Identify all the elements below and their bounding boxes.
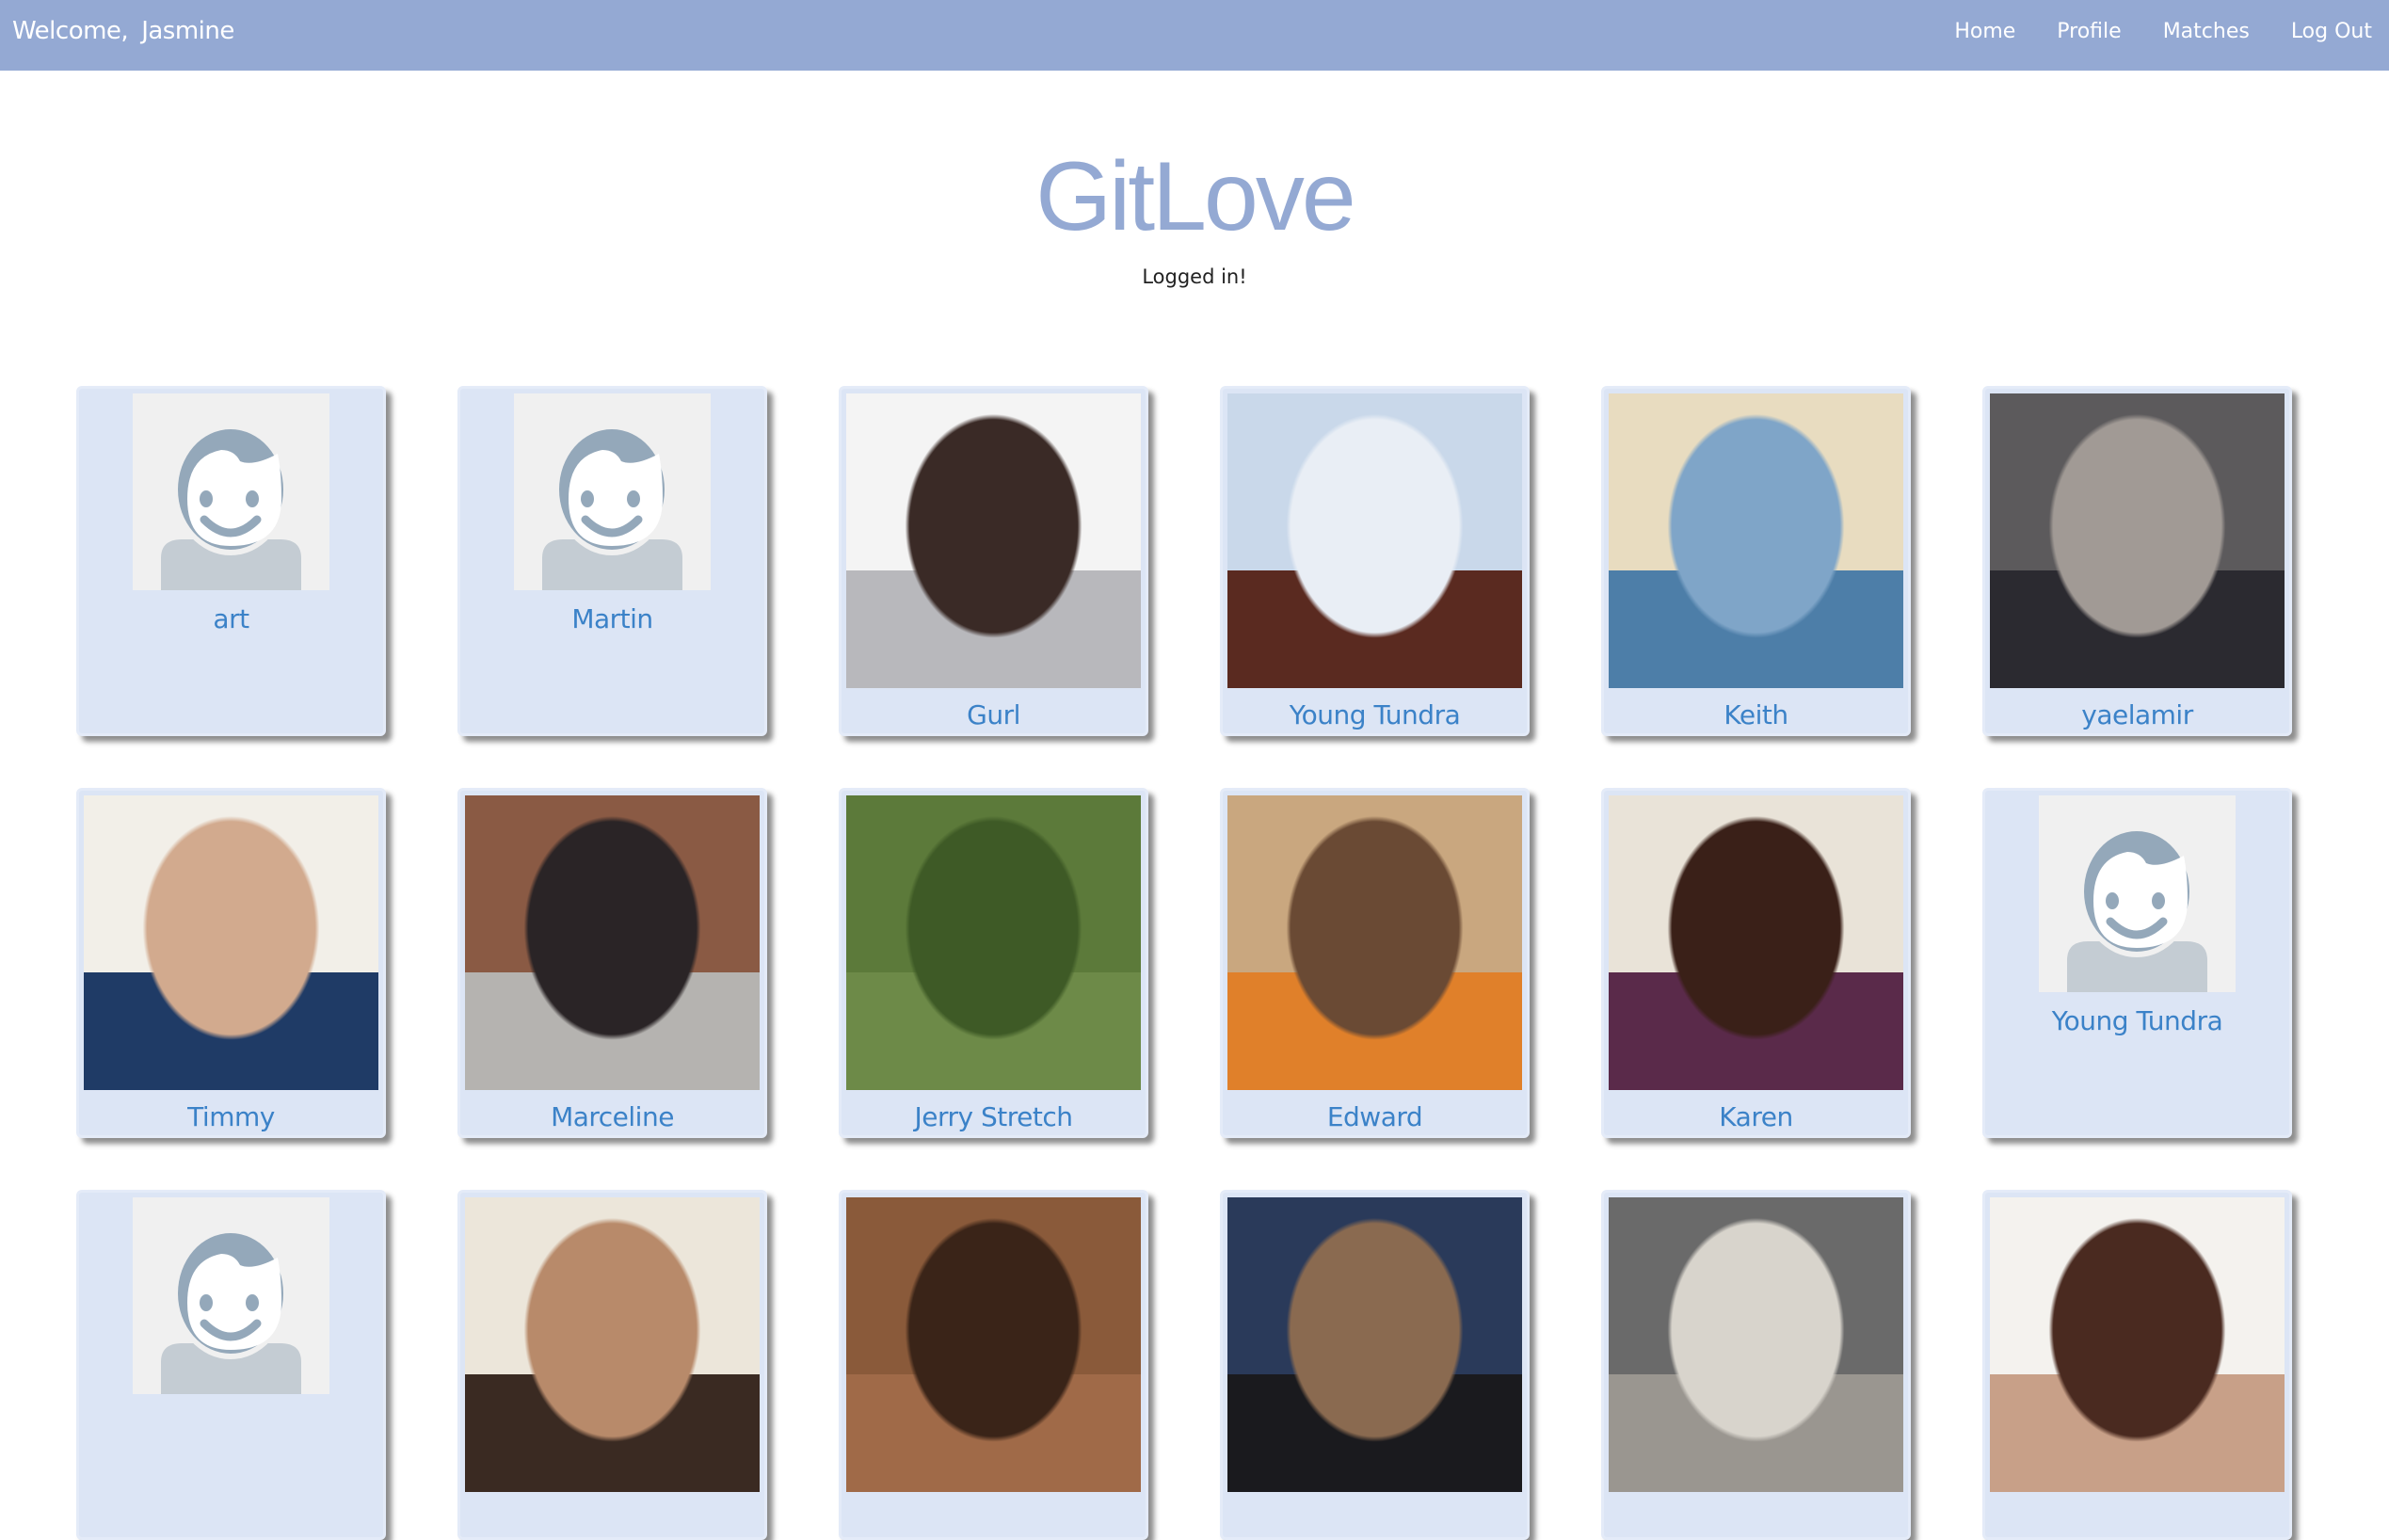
nav-matches-link[interactable]: Matches (2163, 20, 2250, 43)
profile-photo[interactable] (846, 393, 1141, 688)
profile-name-link[interactable]: Martin (460, 603, 764, 634)
profile-photo[interactable] (1990, 1197, 2285, 1492)
nav-logout-link[interactable]: Log Out (2291, 20, 2372, 43)
profile-photo[interactable] (1609, 393, 1903, 688)
profile-photo[interactable] (1609, 795, 1903, 1090)
profile-card[interactable] (1982, 1190, 2292, 1540)
profile-photo[interactable] (84, 795, 378, 1090)
profile-name-link[interactable]: Jerry Stretch (842, 1101, 1146, 1132)
profile-photo[interactable] (1609, 1197, 1903, 1492)
profile-name-link[interactable]: Marceline (460, 1101, 764, 1132)
profile-photo[interactable] (465, 795, 760, 1090)
page-title: GitLove (1035, 142, 1355, 251)
profile-photo[interactable] (846, 795, 1141, 1090)
profile-card[interactable]: Edward (1220, 788, 1530, 1138)
default-avatar-icon[interactable] (514, 393, 711, 590)
profile-card[interactable] (839, 1190, 1148, 1540)
default-avatar-icon[interactable] (133, 393, 329, 590)
profile-name-link[interactable]: yaelamir (1985, 699, 2289, 730)
profile-name-link[interactable]: Young Tundra (1223, 699, 1527, 730)
profile-name-link[interactable]: Timmy (79, 1101, 383, 1132)
status-message: Logged in! (1142, 265, 1247, 288)
default-avatar-icon[interactable] (2039, 795, 2236, 992)
nav-home-link[interactable]: Home (1954, 20, 2015, 43)
profile-photo[interactable] (846, 1197, 1141, 1492)
profile-name-link[interactable]: Keith (1604, 699, 1908, 730)
profile-photo[interactable] (1227, 393, 1522, 688)
profile-card[interactable]: art (76, 386, 386, 736)
top-navbar: Welcome, Jasmine Home Profile Matches Log… (0, 0, 2389, 71)
profile-card[interactable]: Keith (1601, 386, 1911, 736)
profile-card[interactable] (1601, 1190, 1911, 1540)
profile-card[interactable]: Timmy (76, 788, 386, 1138)
welcome-text: Welcome, Jasmine (12, 17, 248, 45)
profile-name-link[interactable]: art (79, 603, 383, 634)
profile-photo[interactable] (1227, 795, 1522, 1090)
profile-photo[interactable] (465, 1197, 760, 1492)
profile-photo[interactable] (1990, 393, 2285, 688)
profile-card[interactable]: Marceline (457, 788, 767, 1138)
profile-card[interactable]: Karen (1601, 788, 1911, 1138)
profile-card[interactable]: Young Tundra (1982, 788, 2292, 1138)
profile-card[interactable]: Martin (457, 386, 767, 736)
profile-card[interactable] (1220, 1190, 1530, 1540)
profile-name-link[interactable]: Young Tundra (1985, 1005, 2289, 1036)
profile-name-link[interactable]: Karen (1604, 1101, 1908, 1132)
profile-name-link[interactable]: Edward (1223, 1101, 1527, 1132)
profile-card[interactable]: yaelamir (1982, 386, 2292, 736)
profile-card[interactable]: Young Tundra (1220, 386, 1530, 736)
welcome-label: Welcome, (12, 17, 129, 45)
profile-card[interactable] (457, 1190, 767, 1540)
nav-profile-link[interactable]: Profile (2057, 20, 2121, 43)
profile-card[interactable]: Jerry Stretch (839, 788, 1148, 1138)
profile-photo[interactable] (1227, 1197, 1522, 1492)
default-avatar-icon[interactable] (133, 1197, 329, 1394)
nav-links: Home Profile Matches Log Out (1954, 20, 2372, 43)
profile-grid: art Martin Gurl Young Tundra Keith yaelamir Ti… (76, 386, 2292, 1540)
profile-card[interactable] (76, 1190, 386, 1540)
user-name: Jasmine (141, 17, 234, 45)
profile-name-link[interactable]: Gurl (842, 699, 1146, 730)
profile-card[interactable]: Gurl (839, 386, 1148, 736)
